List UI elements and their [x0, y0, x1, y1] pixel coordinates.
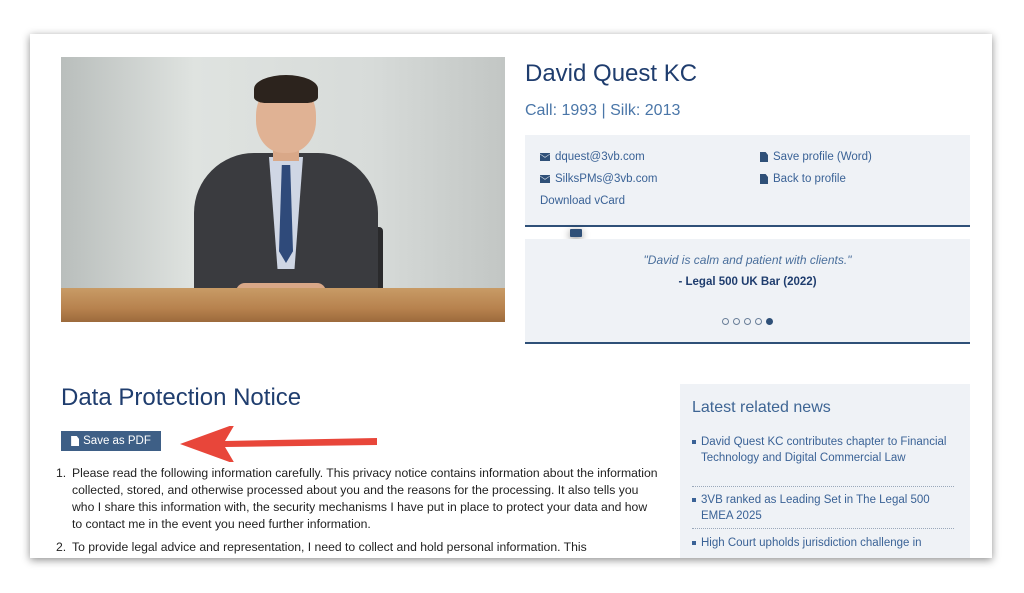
carousel-dot-5[interactable] — [766, 318, 773, 325]
profile-name: David Quest KC — [525, 60, 698, 87]
pm-email-label: SilksPMs@3vb.com — [555, 173, 658, 185]
envelope-icon — [540, 153, 550, 161]
back-label: Back to profile — [773, 173, 846, 185]
page-title: Data Protection Notice — [61, 384, 302, 411]
contact-panel: dquest@3vb.com SilksPMs@3vb.com Download… — [525, 135, 970, 237]
pm-email-link[interactable]: SilksPMs@3vb.com — [540, 173, 657, 185]
testimonial-source: - Legal 500 UK Bar (2022) — [678, 276, 817, 288]
news-divider — [692, 528, 954, 529]
news-item[interactable]: 3VB ranked as Leading Set in The Legal 5… — [692, 492, 954, 524]
red-arrow-annotation — [180, 426, 377, 462]
list-item: 2. To provide legal advice and represent… — [56, 540, 587, 554]
save-pdf-label: Save as PDF — [83, 435, 151, 447]
save-word-label: Save profile (Word) — [773, 151, 872, 163]
file-icon — [760, 174, 768, 184]
word-file-icon — [760, 152, 768, 162]
notice-list: 1. Please read the following information… — [52, 465, 660, 558]
carousel-dot-3[interactable] — [744, 318, 751, 325]
carousel-dot-2[interactable] — [733, 318, 740, 325]
news-divider — [692, 486, 954, 487]
news-item[interactable]: High Court upholds jurisdiction challeng… — [692, 535, 954, 551]
envelope-icon — [540, 175, 550, 183]
profile-photo — [61, 57, 505, 322]
list-item: 1. Please read the following information… — [56, 466, 658, 531]
profile-page: David Quest KC Call: 1993 | Silk: 2013 d… — [30, 34, 992, 558]
id-card-icon — [570, 229, 582, 237]
vcard-label: Download vCard — [540, 195, 626, 207]
call-silk-info: Call: 1993 | Silk: 2013 — [525, 102, 681, 119]
carousel-dot-1[interactable] — [722, 318, 729, 325]
carousel-dot-4[interactable] — [755, 318, 762, 325]
save-as-pdf-button[interactable]: Save as PDF — [61, 431, 161, 451]
save-profile-word-link[interactable]: Save profile (Word) — [760, 151, 872, 163]
back-to-profile-link[interactable]: Back to profile — [760, 173, 846, 185]
email-link[interactable]: dquest@3vb.com — [540, 151, 645, 163]
carousel-dots — [525, 318, 970, 325]
email-label: dquest@3vb.com — [555, 151, 645, 163]
news-title: Latest related news — [692, 399, 831, 416]
pdf-file-icon — [71, 436, 80, 446]
news-item[interactable]: David Quest KC contributes chapter to Fi… — [692, 434, 954, 466]
related-news-panel: Latest related news David Quest KC contr… — [680, 384, 970, 558]
testimonial-carousel: "David is calm and patient with clients.… — [525, 239, 970, 344]
download-vcard-link[interactable]: Download vCard — [540, 195, 626, 237]
testimonial-quote: "David is calm and patient with clients.… — [643, 253, 852, 267]
